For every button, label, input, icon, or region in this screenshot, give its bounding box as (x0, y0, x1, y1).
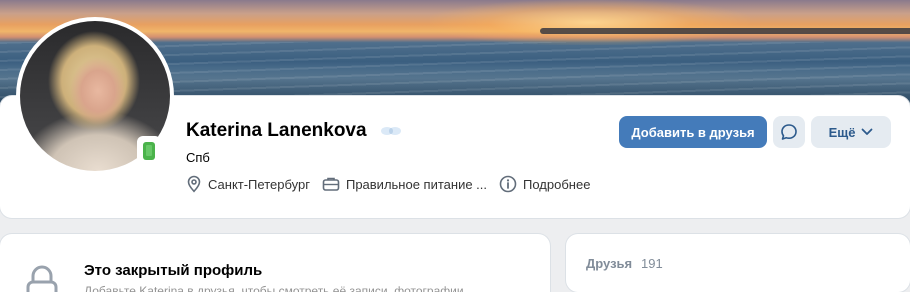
profile-name: Katerina Lanenkova (186, 120, 367, 141)
profile-info-row: Санкт-Петербург Правильное питание ... П… (186, 174, 602, 194)
info-work[interactable]: Правильное питание ... (322, 176, 487, 192)
location-icon (187, 175, 201, 193)
info-city[interactable]: Санкт-Петербург (186, 175, 310, 193)
profile-status: Спб (186, 150, 210, 165)
info-icon (499, 175, 517, 193)
private-profile-title: Это закрытый профиль (84, 262, 263, 279)
friends-label[interactable]: Друзья (586, 256, 632, 271)
info-city-label: Санкт-Петербург (208, 176, 310, 192)
wings-emoji-icon (381, 127, 401, 135)
private-profile-card: Это закрытый профиль Добавьте Katerina в… (0, 234, 550, 292)
mobile-online-icon (137, 136, 161, 166)
private-profile-subtitle: Добавьте Katerina в друзья, чтобы смотре… (84, 284, 464, 292)
more-button-label: Ещё (828, 124, 856, 140)
info-work-label: Правильное питание ... (345, 176, 488, 192)
chevron-down-icon (862, 128, 873, 135)
cover-horizon (540, 28, 910, 34)
friends-count: 191 (641, 256, 663, 271)
add-friend-button[interactable]: Добавить в друзья (619, 116, 767, 148)
more-button[interactable]: Ещё (811, 116, 891, 148)
message-button[interactable] (773, 116, 805, 148)
message-icon (781, 124, 797, 140)
phone-shape (143, 142, 155, 160)
cover-sun-glow (430, 0, 750, 45)
info-more[interactable]: Подробнее (499, 175, 590, 193)
info-more-label: Подробнее (523, 176, 591, 192)
friends-card[interactable]: Друзья 191 (566, 234, 910, 292)
briefcase-icon (322, 177, 340, 191)
lock-icon (26, 265, 58, 292)
